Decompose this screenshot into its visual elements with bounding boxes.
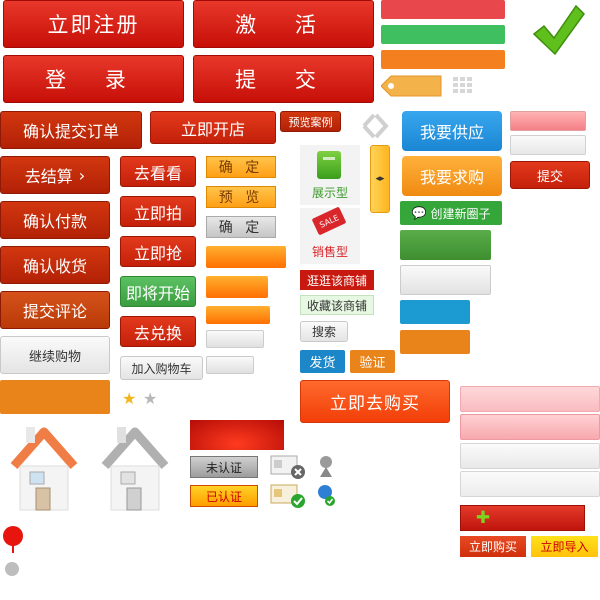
id-card-unverified-icon <box>270 455 306 481</box>
grab-now-button[interactable]: 立即抢 <box>120 236 196 267</box>
tag-icon <box>380 75 443 97</box>
gray-small-button-2[interactable] <box>206 330 264 348</box>
checkout-button[interactable]: 去结算 › <box>0 156 110 194</box>
orange-gradient-button-2[interactable] <box>206 276 268 298</box>
fav-shop-button[interactable]: 收藏该商铺 <box>300 295 374 315</box>
buy-now-small-button[interactable]: 立即购买 <box>460 536 526 557</box>
create-circle-button[interactable]: 💬 创建新圈子 <box>400 201 502 225</box>
submit-big-button[interactable]: 提 交 <box>193 55 374 103</box>
pink-blank-button-2[interactable] <box>460 414 600 440</box>
display-type-label: 展示型 <box>311 185 348 200</box>
grid-icon <box>451 75 475 95</box>
plus-icon: ✚ <box>475 508 491 528</box>
gray-small-button-3[interactable] <box>206 356 254 374</box>
display-type-card[interactable]: 展示型 <box>300 145 360 205</box>
search-button[interactable]: 搜索 <box>300 321 348 342</box>
login-button[interactable]: 登 录 <box>3 55 184 103</box>
verify-button[interactable]: 验证 <box>350 350 395 373</box>
red-banner-button[interactable] <box>190 420 284 450</box>
activate-button[interactable]: 激 活 <box>193 0 374 48</box>
map-pin-icon <box>2 525 24 553</box>
green-blank-button[interactable] <box>400 230 491 260</box>
orange-blank-button-2[interactable] <box>400 330 470 354</box>
shoot-now-button[interactable]: 立即拍 <box>120 196 196 227</box>
look-button[interactable]: 去看看 <box>120 156 196 187</box>
star-filled-icon[interactable]: ★ <box>122 391 138 407</box>
continue-shopping-button[interactable]: 继续购物 <box>0 336 110 374</box>
checkout-label: 去结算 <box>24 167 73 186</box>
confirm-receipt-button[interactable]: 确认收货 <box>0 246 110 284</box>
house-gray-icon <box>97 418 173 513</box>
confirm-button-2[interactable]: 确 定 <box>206 216 276 238</box>
checkmark-icon <box>530 0 585 60</box>
blue-blank-button[interactable] <box>400 300 470 324</box>
ship-button[interactable]: 发货 <box>300 350 345 373</box>
create-circle-label: 创建新圈子 <box>430 206 491 221</box>
red-bar-button[interactable] <box>381 0 505 19</box>
import-now-button[interactable]: 立即导入 <box>531 536 598 557</box>
gray-dot-icon <box>5 562 19 576</box>
green-bar-button[interactable] <box>381 25 505 44</box>
pink-blank-button-1[interactable] <box>460 386 600 412</box>
confirm-button-1[interactable]: 确 定 <box>206 156 276 178</box>
redeem-button[interactable]: 去兑换 <box>120 316 196 347</box>
star-empty-icon[interactable]: ★ <box>143 391 159 407</box>
sales-type-card[interactable]: SALE 销售型 <box>300 206 360 264</box>
left-right-arrow-icon: ◂▸ <box>375 174 385 184</box>
gray-blank-button-2[interactable] <box>460 443 600 469</box>
vertical-arrow-slider[interactable]: ◂▸ <box>370 145 390 213</box>
submit-small-button[interactable]: 提交 <box>510 161 590 189</box>
gray-blank-button-3[interactable] <box>460 471 600 497</box>
add-cart-button[interactable]: 加入购物车 <box>120 356 203 380</box>
orange-blank-button[interactable] <box>0 380 110 414</box>
unverified-badge: 未认证 <box>190 456 258 478</box>
chat-icon: 💬 <box>411 206 427 220</box>
house-orange-icon <box>6 418 82 513</box>
user-gray-icon <box>316 455 336 477</box>
gray-small-button[interactable] <box>510 135 586 155</box>
visit-shop-button[interactable]: 逛逛该商铺 <box>300 270 374 290</box>
book-icon <box>317 151 341 179</box>
id-card-verified-icon <box>270 484 306 510</box>
user-verified-icon <box>316 484 336 508</box>
chevron-left-right-icon[interactable] <box>350 107 392 145</box>
sale-tag-icon: SALE <box>311 206 347 236</box>
orange-gradient-button-1[interactable] <box>206 246 286 268</box>
preview-button[interactable]: 预 览 <box>206 186 276 208</box>
submit-review-button[interactable]: 提交评论 <box>0 291 110 329</box>
start-soon-button[interactable]: 即将开始 <box>120 276 196 307</box>
confirm-order-button[interactable]: 确认提交订单 <box>0 111 142 149</box>
buy-now-big-button[interactable]: 立即去购买 <box>300 380 450 423</box>
pink-button[interactable] <box>510 111 586 131</box>
orange-bar-button[interactable] <box>381 50 505 69</box>
orange-gradient-button-3[interactable] <box>206 306 270 324</box>
confirm-pay-button[interactable]: 确认付款 <box>0 201 110 239</box>
supply-button[interactable]: 我要供应 <box>402 111 502 151</box>
open-shop-button[interactable]: 立即开店 <box>150 111 276 144</box>
purchase-button[interactable]: 我要求购 <box>402 156 502 196</box>
sales-type-label: 销售型 <box>311 244 348 259</box>
add-plus-button[interactable]: ✚ <box>460 505 585 531</box>
gray-blank-button[interactable] <box>400 265 491 295</box>
verified-badge: 已认证 <box>190 485 258 507</box>
chevron-right-icon: › <box>78 165 86 185</box>
register-now-button[interactable]: 立即注册 <box>3 0 184 48</box>
preview-case-button[interactable]: 预览案例 <box>280 111 341 132</box>
